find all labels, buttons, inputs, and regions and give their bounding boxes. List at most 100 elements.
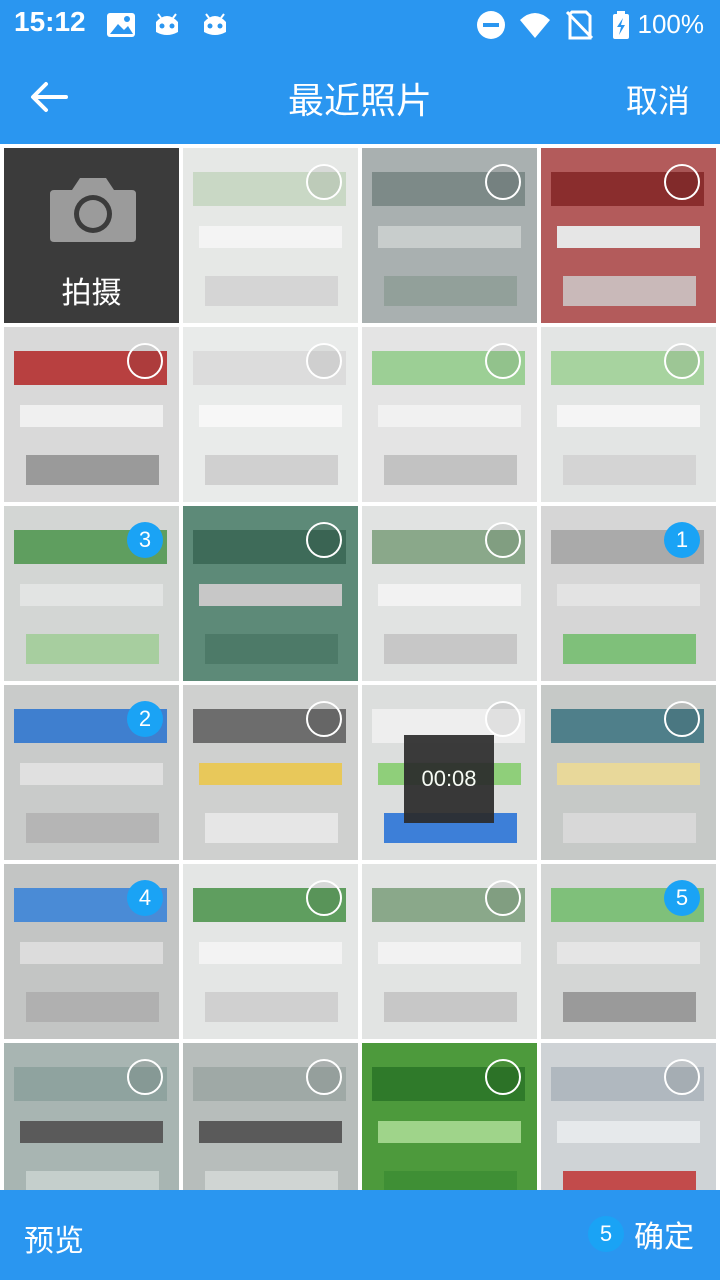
select-checkbox[interactable] [485,164,521,200]
select-checkbox[interactable] [485,522,521,558]
selection-order-badge[interactable]: 2 [127,701,163,737]
photo-thumbnail[interactable] [183,148,358,323]
robot-icon [156,13,178,35]
camera-tile[interactable]: 拍摄 [4,148,179,323]
photo-detail [26,992,159,1022]
photo-thumbnail[interactable] [541,685,716,860]
photo-detail [26,634,159,664]
cancel-button[interactable]: 取消 [626,76,690,122]
no-sim-icon [565,10,594,40]
photo-thumbnail[interactable] [183,685,358,860]
select-checkbox[interactable] [664,343,700,379]
select-checkbox[interactable] [485,880,521,916]
photo-detail [557,942,700,964]
photo-detail [20,584,163,606]
status-time: 15:12 [14,6,86,37]
photo-detail [26,455,159,485]
photo-detail [378,1121,521,1143]
select-checkbox[interactable] [306,701,342,737]
select-checkbox[interactable] [664,164,700,200]
select-checkbox[interactable] [127,343,163,379]
photo-detail [199,226,342,248]
photo-detail [199,584,342,606]
photo-thumbnail[interactable]: 4 [4,864,179,1039]
photo-detail [384,992,517,1022]
photo-thumbnail[interactable] [541,148,716,323]
photo-detail [199,763,342,785]
confirm-label: 确定 [634,1220,694,1255]
photo-detail [563,455,696,485]
selection-order-badge[interactable]: 1 [664,522,700,558]
photo-detail [384,276,517,306]
photo-detail [557,405,700,427]
photo-detail [384,634,517,664]
selection-order-badge[interactable]: 3 [127,522,163,558]
preview-button[interactable]: 预览 [24,1216,84,1260]
selected-count-badge: 5 [588,1216,624,1252]
photo-detail [378,584,521,606]
camera-icon [50,178,136,242]
photo-thumbnail[interactable]: 2 [4,685,179,860]
photo-thumbnail[interactable] [362,148,537,323]
photo-thumbnail[interactable] [183,864,358,1039]
photo-detail [563,992,696,1022]
photo-detail [557,584,700,606]
do-not-disturb-icon [477,11,505,39]
select-checkbox[interactable] [127,1059,163,1095]
recording-duration: 00:08 [404,735,494,823]
photo-detail [557,763,700,785]
photo-thumbnail[interactable] [183,506,358,681]
photo-detail [557,1121,700,1143]
select-checkbox[interactable] [485,1059,521,1095]
photo-detail [563,634,696,664]
photo-detail [378,226,521,248]
select-checkbox[interactable] [485,701,521,737]
photo-thumbnail[interactable]: 3 [4,506,179,681]
photo-detail [199,405,342,427]
select-checkbox[interactable] [306,522,342,558]
confirm-button[interactable]: 5 确定 [588,1214,694,1255]
photo-detail [563,813,696,843]
photo-thumbnail[interactable] [4,327,179,502]
select-checkbox[interactable] [664,1059,700,1095]
select-checkbox[interactable] [485,343,521,379]
photo-detail [205,992,338,1022]
photo-thumbnail[interactable] [362,506,537,681]
select-checkbox[interactable] [306,1059,342,1095]
photo-thumbnail[interactable]: 5 [541,864,716,1039]
photo-thumbnail[interactable] [541,327,716,502]
photo-thumbnail[interactable] [362,864,537,1039]
photo-detail [26,813,159,843]
image-icon [107,13,135,37]
photo-detail [20,942,163,964]
photo-detail [378,942,521,964]
select-checkbox[interactable] [306,880,342,916]
photo-detail [199,1121,342,1143]
select-checkbox[interactable] [306,343,342,379]
photo-detail [199,942,342,964]
photo-detail [384,455,517,485]
photo-detail [20,763,163,785]
selection-order-badge[interactable]: 5 [664,880,700,916]
photo-thumbnail[interactable]: 1 [541,506,716,681]
select-checkbox[interactable] [306,164,342,200]
photo-thumbnail[interactable] [183,327,358,502]
selection-order-badge[interactable]: 4 [127,880,163,916]
photo-detail [20,405,163,427]
page-title: 最近照片 [287,81,432,122]
battery-charging-icon [613,11,629,39]
wifi-icon [520,13,550,38]
photo-thumbnail[interactable] [362,327,537,502]
photo-detail [205,276,338,306]
photo-detail [20,1121,163,1143]
photo-grid: 拍摄 3 1 2 00:08 4 5 [0,144,720,1218]
camera-label: 拍摄 [61,276,122,311]
photo-detail [563,276,696,306]
app-bar: 最近照片 取消 [0,50,720,144]
bottom-bar: 预览 5 确定 [0,1190,720,1280]
photo-detail [378,405,521,427]
select-checkbox[interactable] [664,701,700,737]
photo-thumbnail[interactable]: 00:08 [362,685,537,860]
status-bar: 15:12 100% [0,0,720,50]
photo-detail [205,634,338,664]
